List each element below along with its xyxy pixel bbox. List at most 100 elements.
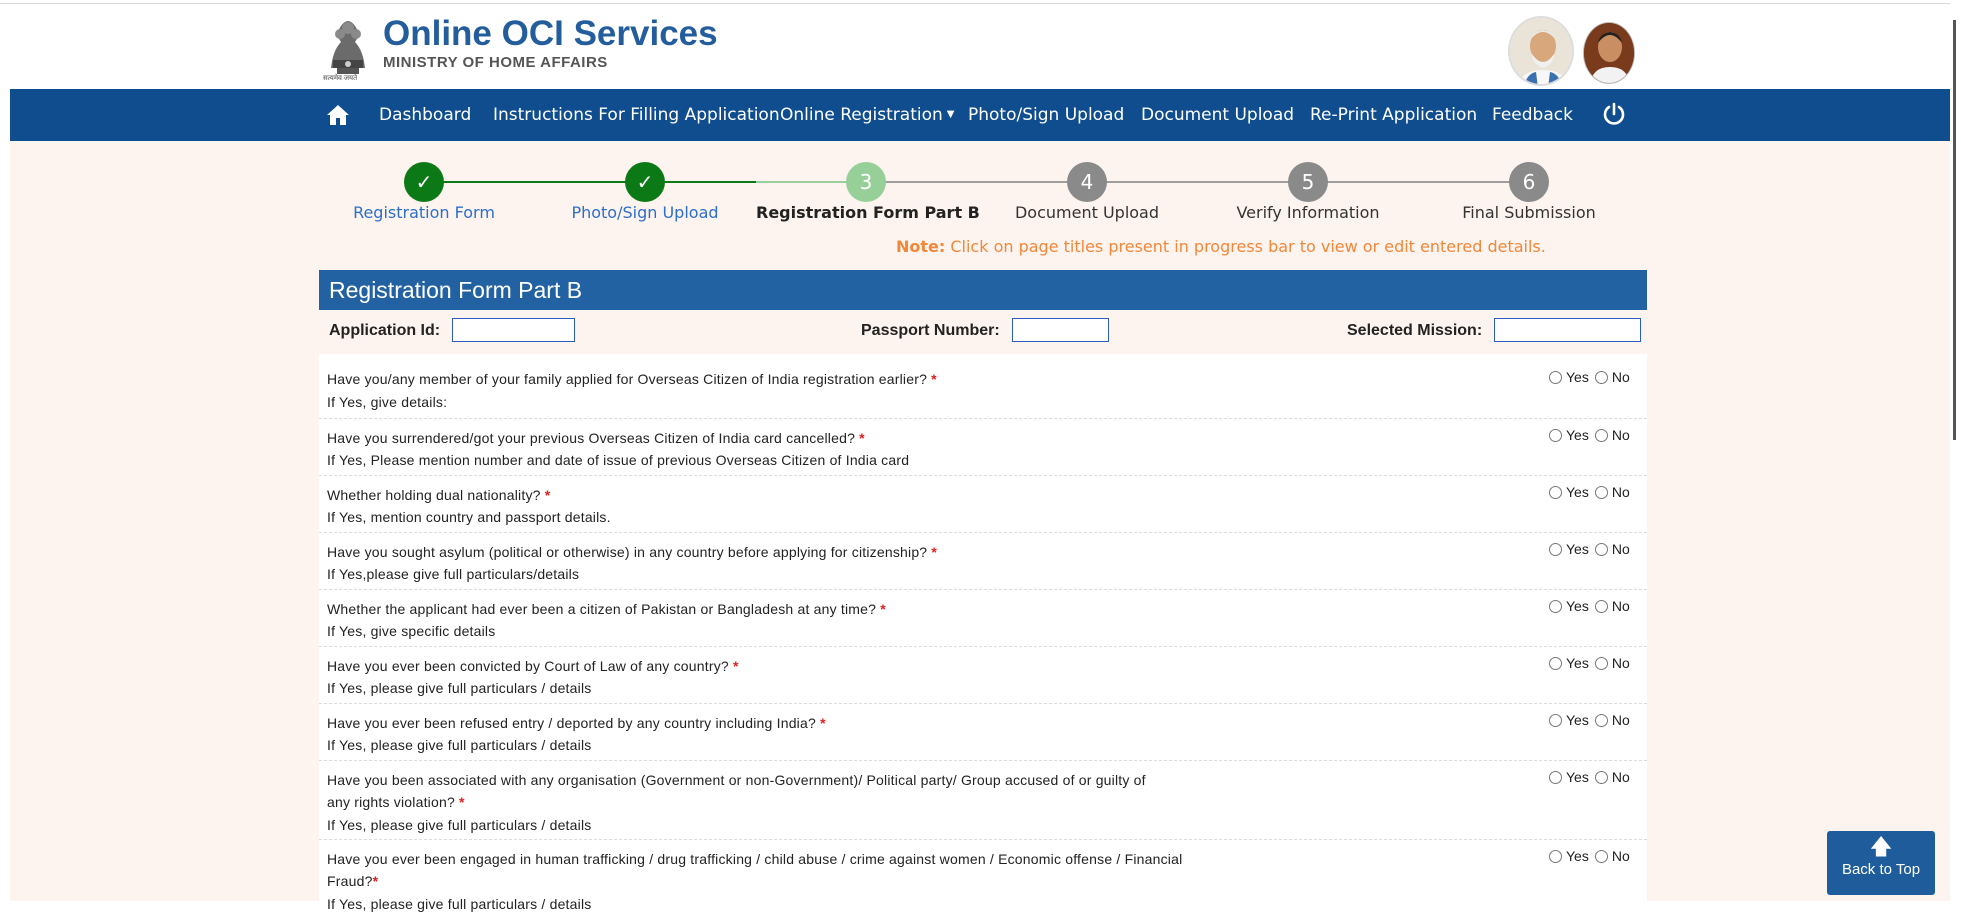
no-radio[interactable] xyxy=(1594,850,1608,863)
yes-no-group: Yes No xyxy=(1549,541,1630,557)
required-marker: * xyxy=(859,430,865,446)
question-row: Whether the applicant had ever been a ci… xyxy=(319,590,1647,647)
nav-document-upload[interactable]: Document Upload xyxy=(1141,89,1294,141)
yes-label: Yes xyxy=(1566,541,1589,557)
leader-photo-1 xyxy=(1508,16,1574,86)
home-icon[interactable] xyxy=(326,104,350,126)
leader-photo-2 xyxy=(1583,22,1635,84)
no-label: No xyxy=(1611,369,1630,385)
required-marker: * xyxy=(459,794,465,810)
yes-label: Yes xyxy=(1566,369,1589,385)
site-subtitle: MINISTRY OF HOME AFFAIRS xyxy=(383,54,608,71)
no-radio[interactable] xyxy=(1594,543,1608,556)
yes-radio[interactable] xyxy=(1549,714,1562,727)
question-text: Have you ever been refused entry / depor… xyxy=(327,712,826,734)
nav-online-registration[interactable]: Online Registration ▼ xyxy=(780,89,954,141)
no-radio[interactable] xyxy=(1594,771,1608,784)
logout-power-icon[interactable] xyxy=(1602,102,1626,126)
selected-mission-field[interactable] xyxy=(1494,318,1641,342)
nav-instructions[interactable]: Instructions For Filling Application xyxy=(493,89,780,141)
application-id-label: Application Id: xyxy=(329,322,441,339)
required-marker: * xyxy=(931,371,937,387)
no-radio[interactable] xyxy=(1594,486,1608,499)
question-subtext: If Yes, please give full particulars / d… xyxy=(327,896,592,912)
yes-label: Yes xyxy=(1566,598,1589,614)
question-subtext: If Yes, please give full particulars / d… xyxy=(327,737,592,753)
no-label: No xyxy=(1611,598,1630,614)
question-text: Whether holding dual nationality? * xyxy=(327,484,550,506)
yes-radio[interactable] xyxy=(1549,600,1562,613)
required-marker: * xyxy=(880,601,886,617)
yes-radio[interactable] xyxy=(1549,429,1562,442)
no-radio[interactable] xyxy=(1594,657,1608,670)
back-to-top-button[interactable]: 🡅 Back to Top xyxy=(1827,831,1935,895)
yes-no-group: Yes No xyxy=(1549,598,1630,614)
no-label: No xyxy=(1611,712,1630,728)
arrow-up-icon: 🡅 xyxy=(1869,834,1893,859)
yes-no-group: Yes No xyxy=(1549,369,1630,385)
nav-feedback[interactable]: Feedback xyxy=(1492,89,1573,141)
question-subtext: If Yes, please give full particulars / d… xyxy=(327,817,592,833)
yes-no-group: Yes No xyxy=(1549,427,1630,443)
no-label: No xyxy=(1611,848,1630,864)
page-scrollbar[interactable] xyxy=(1950,0,1961,901)
step-connector-rest xyxy=(866,181,1528,183)
step-connector-1 xyxy=(424,181,645,183)
selected-mission-label: Selected Mission: xyxy=(1347,322,1483,339)
yes-label: Yes xyxy=(1566,769,1589,785)
yes-label: Yes xyxy=(1566,427,1589,443)
question-label: Have you/any member of your family appli… xyxy=(327,371,928,387)
required-marker: * xyxy=(820,715,826,731)
question-text: Have you ever been engaged in human traf… xyxy=(327,848,1182,870)
nav-dashboard[interactable]: Dashboard xyxy=(379,89,471,141)
note-text: Click on page titles present in progress… xyxy=(945,237,1546,256)
step-4-label: Document Upload xyxy=(1014,203,1160,222)
step-6-circle: 6 xyxy=(1509,162,1549,202)
yes-radio[interactable] xyxy=(1549,657,1562,670)
passport-number-field[interactable] xyxy=(1012,318,1109,342)
question-subtext: If Yes, mention country and passport det… xyxy=(327,509,611,525)
yes-label: Yes xyxy=(1566,655,1589,671)
no-radio[interactable] xyxy=(1594,371,1608,384)
step-3-label[interactable]: Registration Form Part B xyxy=(756,203,980,222)
main-navbar: Dashboard Instructions For Filling Appli… xyxy=(10,89,1950,141)
application-info-row: Application Id: Passport Number: Selecte… xyxy=(319,310,1647,352)
form-title: Registration Form Part B xyxy=(319,270,1647,310)
questions-list: Have you/any member of your family appli… xyxy=(319,354,1647,912)
yes-label: Yes xyxy=(1566,848,1589,864)
step-6-label: Final Submission xyxy=(1462,203,1596,222)
scrollbar-thumb[interactable] xyxy=(1953,20,1956,440)
nav-photo-sign-upload[interactable]: Photo/Sign Upload xyxy=(968,89,1124,141)
question-label: Whether the applicant had ever been a ci… xyxy=(327,601,877,617)
question-text: Have you/any member of your family appli… xyxy=(327,368,937,390)
yes-no-group: Yes No xyxy=(1549,848,1630,864)
yes-radio[interactable] xyxy=(1549,771,1562,784)
no-radio[interactable] xyxy=(1594,714,1608,727)
site-header: सत्यमेव जयते Online OCI Services MINISTR… xyxy=(0,4,1950,89)
question-row: Have you surrendered/got your previous O… xyxy=(319,419,1647,476)
caret-down-icon: ▼ xyxy=(946,109,955,120)
required-marker: * xyxy=(544,487,551,503)
question-text-continued: Fraud?* xyxy=(327,870,378,892)
step-5-label: Verify Information xyxy=(1236,203,1380,222)
question-text: Whether the applicant had ever been a ci… xyxy=(327,598,886,620)
yes-radio[interactable] xyxy=(1549,371,1562,384)
step-1-check-icon[interactable]: ✓ xyxy=(404,162,444,202)
yes-radio[interactable] xyxy=(1549,486,1562,499)
question-row: Have you/any member of your family appli… xyxy=(319,354,1647,419)
no-radio[interactable] xyxy=(1594,600,1608,613)
question-label: Have you been associated with any organi… xyxy=(327,772,1146,788)
question-text: Have you been associated with any organi… xyxy=(327,769,1146,791)
application-id-field[interactable] xyxy=(452,318,575,342)
yes-radio[interactable] xyxy=(1549,850,1562,863)
nav-reprint-application[interactable]: Re-Print Application xyxy=(1310,89,1477,141)
step-1-label[interactable]: Registration Form xyxy=(314,203,534,222)
yes-radio[interactable] xyxy=(1549,543,1562,556)
no-radio[interactable] xyxy=(1594,429,1608,442)
step-2-label[interactable]: Photo/Sign Upload xyxy=(535,203,755,222)
question-label: Have you ever been refused entry / depor… xyxy=(327,715,816,731)
question-subtext: If Yes, give details: xyxy=(327,394,448,410)
required-marker: * xyxy=(732,658,739,674)
step-2-check-icon[interactable]: ✓ xyxy=(625,162,665,202)
step-3-circle: 3 xyxy=(846,162,886,202)
